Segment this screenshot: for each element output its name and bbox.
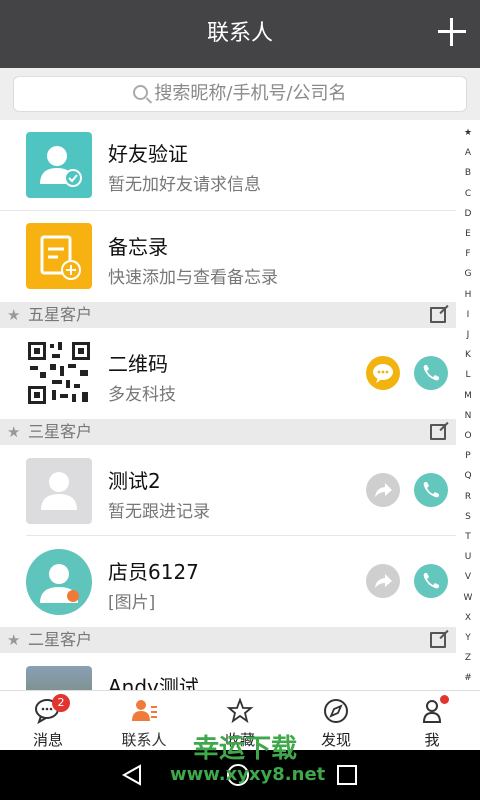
section-header-three-star: ★ 三星客户 — [0, 419, 456, 445]
staff-avatar — [26, 549, 92, 615]
top-bar: 联系人 — [0, 0, 480, 68]
contact-name: 二维码 — [108, 352, 168, 376]
alphabet-index-letter[interactable]: B — [456, 168, 480, 178]
contact-name: 店员6127 — [108, 560, 199, 584]
row-title: 好友验证 — [108, 142, 188, 166]
alphabet-index-letter[interactable]: P — [456, 451, 480, 461]
alphabet-index-letter[interactable]: Z — [456, 653, 480, 663]
star-icon: ★ — [7, 423, 21, 441]
compass-icon — [324, 699, 348, 723]
section-header-five-star: ★ 五星客户 — [0, 302, 456, 328]
search-placeholder: 搜索昵称/手机号/公司名 — [154, 83, 347, 104]
phone-icon[interactable] — [414, 473, 448, 507]
edit-icon[interactable] — [430, 307, 446, 323]
alphabet-index-letter[interactable]: Y — [456, 633, 480, 643]
edit-icon[interactable] — [430, 424, 446, 440]
user-verify-icon — [26, 132, 92, 198]
contact-company: 多友科技 — [108, 385, 176, 405]
alphabet-index-letter[interactable]: L — [456, 370, 480, 380]
alphabet-index-letter[interactable]: R — [456, 492, 480, 502]
contact-note: 暂无跟进记录 — [108, 502, 210, 522]
message-icon[interactable] — [366, 356, 400, 390]
alphabet-index-letter[interactable]: T — [456, 532, 480, 542]
contact-name: 测试2 — [108, 469, 161, 493]
unread-badge: 2 — [52, 694, 70, 712]
tab-label: 消息 — [32, 731, 63, 749]
list-item-contact[interactable]: 二维码 多友科技 — [0, 328, 456, 418]
phone-icon[interactable] — [414, 356, 448, 390]
alphabet-index-letter[interactable]: K — [456, 350, 480, 360]
list-item-memo[interactable]: 备忘录 快速添加与查看备忘录 — [0, 211, 456, 302]
list-item-contact[interactable]: Andy测试 — [0, 653, 456, 690]
recents-icon[interactable] — [336, 764, 358, 786]
alphabet-index-letter[interactable]: J — [456, 330, 480, 340]
back-icon[interactable] — [120, 764, 144, 786]
star-icon: ★ — [7, 631, 21, 649]
alphabet-index-letter[interactable]: M — [456, 391, 480, 401]
plus-icon[interactable] — [438, 18, 466, 46]
alphabet-index-letter[interactable]: A — [456, 148, 480, 158]
alphabet-index-letter[interactable]: N — [456, 411, 480, 421]
list-item-contact[interactable]: 测试2 暂无跟进记录 — [0, 445, 456, 535]
alphabet-index-letter[interactable]: # — [456, 673, 480, 683]
tab-messages[interactable]: 2 消息 — [0, 691, 96, 751]
alphabet-index[interactable]: ★ A B C D E F G H I J K L M N O P Q R S T U V W X Y Z # — [456, 120, 480, 690]
page-title: 联系人 — [206, 21, 273, 46]
alphabet-index-letter[interactable]: H — [456, 290, 480, 300]
memo-icon — [26, 223, 92, 289]
star-icon: ★ — [7, 306, 21, 324]
contacts-icon — [132, 700, 157, 721]
alphabet-index-letter[interactable]: S — [456, 512, 480, 522]
alphabet-index-letter[interactable]: ★ — [456, 128, 480, 138]
qrcode-avatar — [26, 340, 92, 406]
contact-name: Andy测试 — [108, 675, 199, 690]
alphabet-index-letter[interactable]: E — [456, 229, 480, 239]
photo-avatar — [26, 666, 92, 690]
contact-note: [图片] — [108, 593, 156, 613]
list-item-friend-verify[interactable]: 好友验证 暂无加好友请求信息 — [0, 120, 456, 210]
alphabet-index-letter[interactable]: W — [456, 593, 480, 603]
search-icon — [133, 85, 149, 100]
row-subtitle: 快速添加与查看备忘录 — [108, 268, 278, 288]
alphabet-index-letter[interactable]: X — [456, 613, 480, 623]
tab-label: 我 — [424, 731, 440, 749]
alphabet-index-letter[interactable]: C — [456, 189, 480, 199]
search-area: 搜索昵称/手机号/公司名 — [0, 68, 480, 120]
row-subtitle: 暂无加好友请求信息 — [108, 175, 261, 195]
search-input[interactable]: 搜索昵称/手机号/公司名 — [13, 76, 467, 112]
star-icon — [226, 697, 254, 724]
section-title: 五星客户 — [28, 305, 93, 324]
forward-icon[interactable] — [366, 564, 400, 598]
default-avatar — [26, 458, 92, 524]
alphabet-index-letter[interactable]: Q — [456, 471, 480, 481]
list-item-contact[interactable]: 店员6127 [图片] — [0, 536, 456, 627]
watermark-title: 幸运下载 — [192, 734, 297, 764]
watermark: 幸运下载 www.xyxy8.net — [170, 734, 326, 786]
alphabet-index-letter[interactable]: V — [456, 572, 480, 582]
alphabet-index-letter[interactable]: D — [456, 209, 480, 219]
alphabet-index-letter[interactable]: O — [456, 431, 480, 441]
section-title: 二星客户 — [28, 630, 93, 649]
notification-dot — [440, 695, 449, 704]
section-header-two-star: ★ 二星客户 — [0, 627, 456, 653]
alphabet-index-letter[interactable]: G — [456, 269, 480, 279]
section-title: 三星客户 — [28, 422, 93, 441]
alphabet-index-letter[interactable]: F — [456, 249, 480, 259]
tab-me[interactable]: 我 — [384, 691, 480, 751]
forward-icon[interactable] — [366, 473, 400, 507]
phone-icon[interactable] — [414, 564, 448, 598]
edit-icon[interactable] — [430, 632, 446, 648]
alphabet-index-letter[interactable]: I — [456, 310, 480, 320]
row-title: 备忘录 — [108, 235, 168, 259]
alphabet-index-letter[interactable]: U — [456, 552, 480, 562]
watermark-url: www.xyxy8.net — [170, 764, 326, 785]
